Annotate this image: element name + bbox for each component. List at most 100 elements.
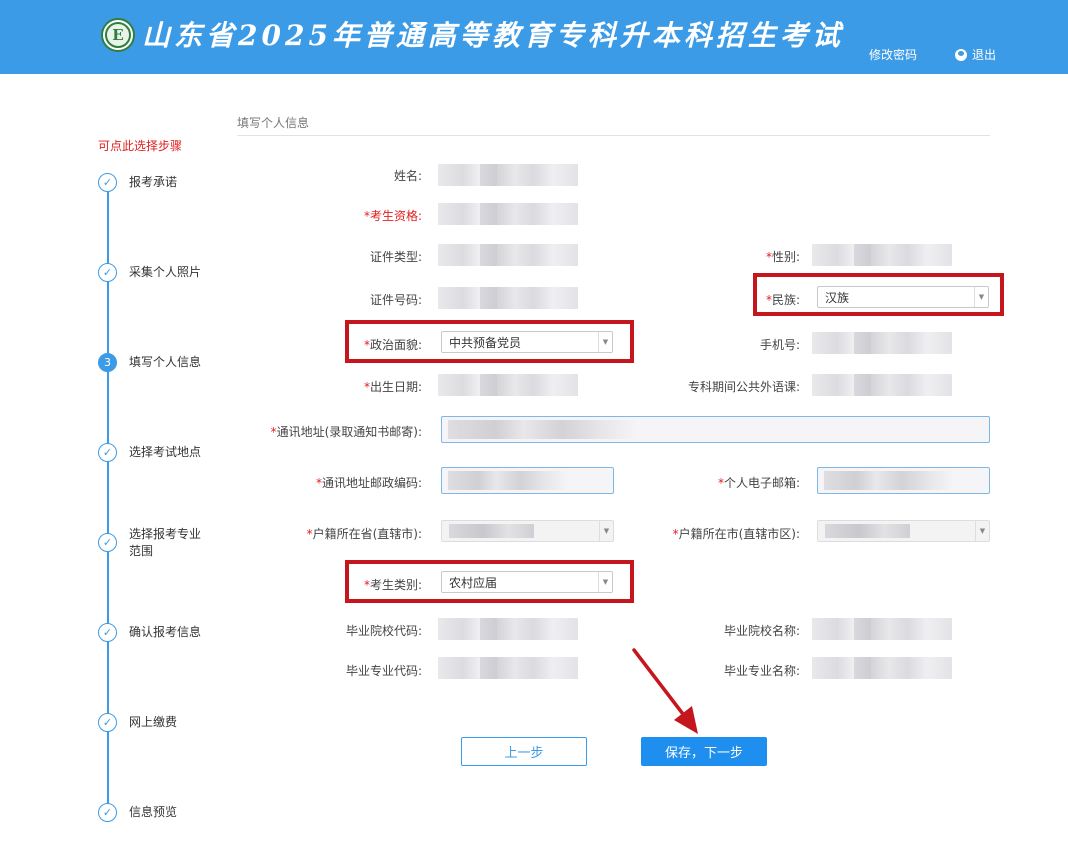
phone-label: 手机号: — [759, 338, 800, 352]
step-label: 采集个人照片 — [129, 265, 202, 279]
address-label-text: 通讯地址(录取通知书邮寄): — [276, 425, 422, 439]
city-label-text: 户籍所在市(直辖市区): — [678, 527, 800, 541]
school-code-label: 毕业院校代码: — [345, 624, 422, 638]
check-icon: ✓ — [98, 713, 117, 732]
postcode-input[interactable] — [441, 467, 614, 494]
province-label-text: 户籍所在省(直辖市): — [312, 527, 422, 541]
step-label: 报考承诺 — [129, 175, 178, 189]
ethnicity-label-text: 民族: — [771, 293, 800, 307]
email-label-text: 个人电子邮箱: — [723, 476, 800, 490]
ethnicity-label: *民族: — [700, 291, 800, 308]
check-icon: ✓ — [98, 803, 117, 822]
step-major-range[interactable]: ✓ 选择报考专业范围 — [98, 525, 209, 560]
ethnicity-value: 汉族 — [825, 290, 850, 305]
gender-value-redacted — [812, 244, 952, 266]
city-value-redacted — [825, 524, 910, 538]
header-bar: E 山东省2025年普通高等教育专科升本科招生考试 修改密码 退出 — [0, 0, 1068, 74]
major-name-value-redacted — [812, 657, 952, 679]
prev-step-button[interactable]: 上一步 — [461, 737, 587, 766]
annotation-arrow — [632, 648, 698, 734]
major-code-label: 毕业专业代码: — [345, 664, 422, 678]
dropdown-arrow-icon: ▼ — [974, 287, 988, 307]
id-type-value-redacted — [438, 244, 578, 266]
change-password-link[interactable]: 修改密码 — [869, 46, 917, 63]
qualification-label: *考生资格: — [330, 207, 422, 224]
logout-label: 退出 — [972, 48, 997, 62]
postcode-label-text: 通讯地址邮政编码: — [321, 476, 422, 490]
school-name-value-redacted — [812, 618, 952, 640]
school-code-value-redacted — [438, 618, 578, 640]
step-confirm[interactable]: ✓ 确认报考信息 — [98, 623, 209, 642]
category-label-text: 考生类别: — [369, 578, 422, 592]
site-title: 山东省2025年普通高等教育专科升本科招生考试 — [142, 19, 844, 52]
postcode-label: *通讯地址邮政编码: — [290, 474, 422, 491]
province-value-redacted — [449, 524, 534, 538]
political-value: 中共预备党员 — [449, 335, 522, 350]
name-value-redacted — [438, 164, 578, 186]
city-select[interactable]: ▼ — [817, 520, 990, 542]
id-number-value-redacted — [438, 287, 578, 309]
user-icon — [955, 48, 967, 61]
section-title: 填写个人信息 — [237, 116, 310, 130]
birth-date-value-redacted — [438, 374, 578, 396]
check-icon: ✓ — [98, 443, 117, 462]
section-divider — [237, 135, 990, 136]
step-number-badge: 3 — [98, 353, 117, 372]
foreign-lang-value-redacted — [812, 374, 952, 396]
city-label: *户籍所在市(直辖市区): — [650, 525, 800, 542]
logo-emblem: E — [101, 18, 135, 52]
email-value-redacted — [824, 471, 954, 490]
step-hint: 可点此选择步骤 — [98, 139, 183, 153]
major-code-value-redacted — [438, 657, 578, 679]
gender-label: *性别: — [700, 248, 800, 265]
step-payment[interactable]: ✓ 网上缴费 — [98, 713, 209, 732]
gender-label-text: 性别: — [771, 250, 800, 264]
ethnicity-select[interactable]: 汉族 ▼ — [817, 286, 989, 308]
step-photo[interactable]: ✓ 采集个人照片 — [98, 263, 209, 282]
political-label-text: 政治面貌: — [369, 338, 422, 352]
postcode-value-redacted — [448, 471, 568, 490]
school-name-label: 毕业院校名称: — [723, 624, 800, 638]
foreign-lang-label: 专科期间公共外语课: — [687, 380, 800, 394]
check-icon: ✓ — [98, 623, 117, 642]
name-label: 姓名: — [393, 169, 422, 183]
check-icon: ✓ — [98, 263, 117, 282]
birth-date-label: *出生日期: — [330, 378, 422, 395]
step-label: 选择考试地点 — [129, 445, 202, 459]
address-value-redacted — [448, 420, 638, 439]
address-input[interactable] — [441, 416, 990, 443]
category-select[interactable]: 农村应届 ▼ — [441, 571, 613, 593]
qualification-label-text: 考生资格: — [369, 209, 422, 223]
political-select[interactable]: 中共预备党员 ▼ — [441, 331, 613, 353]
step-label: 填写个人信息 — [129, 355, 202, 369]
id-number-label: 证件号码: — [369, 293, 422, 307]
logo-letter: E — [105, 22, 131, 48]
address-label: *通讯地址(录取通知书邮寄): — [250, 423, 422, 440]
step-label: 确认报考信息 — [129, 625, 202, 639]
dropdown-arrow-icon: ▼ — [975, 521, 989, 541]
political-label: *政治面貌: — [330, 336, 422, 353]
check-icon: ✓ — [98, 173, 117, 192]
category-value: 农村应届 — [449, 575, 498, 590]
dropdown-arrow-icon: ▼ — [599, 521, 613, 541]
province-label: *户籍所在省(直辖市): — [280, 525, 422, 542]
dropdown-arrow-icon: ▼ — [598, 332, 612, 352]
id-type-label: 证件类型: — [369, 250, 422, 264]
step-label: 网上缴费 — [129, 715, 178, 729]
step-label: 信息预览 — [129, 805, 178, 819]
category-label: *考生类别: — [330, 576, 422, 593]
logout-link[interactable]: 退出 — [955, 46, 996, 63]
save-next-button[interactable]: 保存，下一步 — [641, 737, 767, 766]
province-select[interactable]: ▼ — [441, 520, 614, 542]
qualification-value-redacted — [438, 203, 578, 225]
step-personal-info[interactable]: 3 填写个人信息 — [98, 353, 209, 372]
step-exam-location[interactable]: ✓ 选择考试地点 — [98, 443, 209, 462]
email-input[interactable] — [817, 467, 990, 494]
steps-timeline — [107, 190, 109, 804]
email-label: *个人电子邮箱: — [680, 474, 800, 491]
dropdown-arrow-icon: ▼ — [598, 572, 612, 592]
check-icon: ✓ — [98, 533, 117, 552]
step-preview[interactable]: ✓ 信息预览 — [98, 803, 209, 822]
step-label: 选择报考专业范围 — [129, 527, 202, 558]
step-promise[interactable]: ✓ 报考承诺 — [98, 173, 209, 192]
